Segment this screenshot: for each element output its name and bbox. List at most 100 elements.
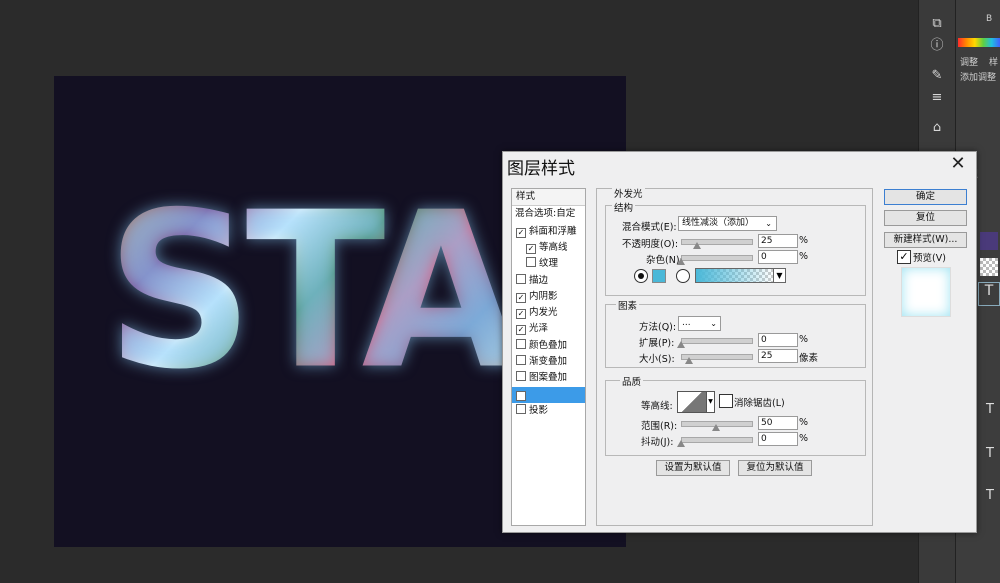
text-layer-icon[interactable]: T bbox=[986, 402, 994, 417]
opacity-input[interactable]: 25 bbox=[758, 234, 798, 248]
new-style-button[interactable]: 新建样式(W)... bbox=[884, 232, 967, 248]
style-item-stroke[interactable]: 描边 bbox=[512, 273, 585, 289]
glow-color-swatch[interactable] bbox=[652, 269, 666, 283]
gradient-picker[interactable] bbox=[695, 268, 775, 283]
checkbox-icon[interactable] bbox=[526, 257, 536, 267]
layer-thumbnail[interactable] bbox=[980, 232, 998, 250]
clone-source-icon[interactable]: ⌂ bbox=[925, 118, 949, 138]
percent-label: % bbox=[799, 334, 809, 345]
opacity-slider[interactable] bbox=[681, 239, 753, 245]
spread-input[interactable]: 0 bbox=[758, 333, 798, 347]
spread-label: 扩展(P): bbox=[639, 338, 675, 349]
percent-label: % bbox=[799, 251, 809, 262]
canvas-star-text: STAR bbox=[106, 167, 670, 417]
brush-settings-icon[interactable]: ≡ bbox=[925, 88, 949, 108]
text-layer-icon[interactable]: T bbox=[986, 488, 994, 503]
quality-group: 品质 等高线: ▼ 消除锯齿(L) 范围(R): 50 % 抖动(J): 0 % bbox=[605, 374, 866, 456]
tab-styles[interactable]: 样 bbox=[989, 55, 998, 68]
preview-checkbox[interactable]: ✓ bbox=[897, 250, 911, 264]
noise-slider[interactable] bbox=[681, 255, 753, 261]
checkbox-icon[interactable]: ✓ bbox=[516, 309, 526, 319]
range-input[interactable]: 50 bbox=[758, 416, 798, 430]
jitter-label: 抖动(J): bbox=[641, 437, 674, 448]
color-ramp[interactable] bbox=[958, 38, 1000, 47]
range-label: 范围(R): bbox=[641, 421, 678, 432]
method-label: 方法(Q): bbox=[639, 322, 677, 333]
style-item-color-overlay[interactable]: 颜色叠加 bbox=[512, 338, 585, 354]
solid-color-radio[interactable] bbox=[634, 269, 648, 283]
size-input[interactable]: 25 bbox=[758, 349, 798, 363]
reset-button[interactable]: 复位 bbox=[884, 210, 967, 226]
ok-button[interactable]: 确定 bbox=[884, 189, 967, 205]
set-default-button[interactable]: 设置为默认值 bbox=[656, 460, 730, 476]
jitter-input[interactable]: 0 bbox=[758, 432, 798, 446]
opacity-label: 不透明度(O): bbox=[622, 239, 679, 250]
layer-thumbnail-transparent[interactable] bbox=[980, 258, 998, 276]
checkbox-icon[interactable]: ✓ bbox=[516, 325, 526, 335]
section-title: 外发光 bbox=[612, 186, 645, 200]
style-item-satin[interactable]: ✓ 光泽 bbox=[512, 321, 585, 337]
contour-dropdown-icon[interactable]: ▼ bbox=[706, 391, 715, 413]
style-preview-thumbnail bbox=[901, 267, 951, 317]
percent-label: % bbox=[799, 235, 809, 246]
anti-alias-checkbox[interactable] bbox=[719, 394, 733, 408]
slider-thumb[interactable] bbox=[677, 341, 685, 348]
structure-group: 结构 混合模式(E): 线性减淡（添加） ⌄ 不透明度(O): 25 % 杂色(N… bbox=[605, 200, 866, 296]
elements-group: 图素 方法(Q): ... ⌄ 扩展(P): 0 % 大小(S): 25 像素 bbox=[605, 298, 866, 368]
style-list: 样式 混合选项:自定 ✓ 斜面和浮雕 ✓ 等高线 纹理 描边 ✓ 内阴影 ✓ 内发光 ✓… bbox=[511, 188, 586, 526]
checkbox-icon[interactable]: ✓ bbox=[516, 391, 526, 401]
anti-alias-label: 消除锯齿(L) bbox=[734, 398, 785, 409]
blend-options-item[interactable]: 混合选项:自定 bbox=[512, 206, 585, 222]
slider-thumb[interactable] bbox=[712, 424, 720, 431]
spread-slider[interactable] bbox=[681, 338, 753, 344]
checkbox-icon[interactable] bbox=[516, 371, 526, 381]
text-layer-icon[interactable]: T bbox=[978, 282, 1000, 306]
info-icon[interactable]: ⓘ bbox=[925, 36, 949, 56]
checkbox-icon[interactable] bbox=[516, 274, 526, 284]
channel-b-label: B bbox=[986, 14, 993, 24]
contour-label: 等高线: bbox=[641, 401, 673, 412]
contour-picker[interactable] bbox=[677, 391, 707, 413]
slider-thumb[interactable] bbox=[685, 357, 693, 364]
structure-title: 结构 bbox=[612, 200, 636, 214]
style-item-contour[interactable]: ✓ 等高线 bbox=[512, 240, 585, 256]
brush-icon[interactable]: ✎ bbox=[925, 66, 949, 86]
slider-thumb[interactable] bbox=[677, 440, 685, 447]
styles-header[interactable]: 样式 bbox=[512, 189, 585, 206]
style-item-gradient-overlay[interactable]: 渐变叠加 bbox=[512, 354, 585, 370]
percent-label: % bbox=[799, 433, 809, 444]
percent-label: % bbox=[799, 417, 809, 428]
jitter-slider[interactable] bbox=[681, 437, 753, 443]
slider-thumb[interactable] bbox=[693, 242, 701, 249]
checkbox-icon[interactable]: ✓ bbox=[526, 244, 536, 254]
style-item-bevel[interactable]: ✓ 斜面和浮雕 bbox=[512, 224, 585, 240]
add-adjustment-label: 添加调整 bbox=[960, 73, 997, 83]
reset-default-button[interactable]: 复位为默认值 bbox=[738, 460, 812, 476]
style-item-inner-shadow[interactable]: ✓ 内阴影 bbox=[512, 289, 585, 305]
slider-thumb[interactable] bbox=[677, 258, 685, 265]
text-layer-icon[interactable]: T bbox=[986, 446, 994, 461]
checkbox-icon[interactable] bbox=[516, 339, 526, 349]
blend-mode-label: 混合模式(E): bbox=[622, 222, 677, 233]
checkbox-icon[interactable] bbox=[516, 355, 526, 365]
style-item-pattern-overlay[interactable]: 图案叠加 bbox=[512, 370, 585, 386]
blend-mode-select[interactable]: 线性减淡（添加） ⌄ bbox=[678, 216, 777, 231]
checkbox-icon[interactable]: ✓ bbox=[516, 228, 526, 238]
style-item-outer-glow[interactable]: ✓ bbox=[512, 387, 585, 403]
checkbox-icon[interactable] bbox=[516, 404, 526, 414]
pixels-label: 像素 bbox=[799, 353, 819, 364]
style-item-inner-glow[interactable]: ✓ 内发光 bbox=[512, 305, 585, 321]
outer-glow-panel: 外发光 结构 混合模式(E): 线性减淡（添加） ⌄ 不透明度(O): 25 % … bbox=[596, 186, 873, 526]
history-icon[interactable]: ⧉ bbox=[925, 14, 949, 34]
checkbox-icon[interactable]: ✓ bbox=[516, 293, 526, 303]
method-select[interactable]: ... ⌄ bbox=[678, 316, 721, 331]
tab-adjustments[interactable]: 调整 bbox=[960, 55, 978, 68]
gradient-dropdown-icon[interactable]: ▼ bbox=[773, 268, 786, 283]
noise-input[interactable]: 0 bbox=[758, 250, 798, 264]
layer-style-dialog: 图层样式 ✕ 样式 混合选项:自定 ✓ 斜面和浮雕 ✓ 等高线 纹理 描边 ✓ 内阴影… bbox=[502, 151, 977, 533]
close-icon[interactable]: ✕ bbox=[948, 153, 968, 175]
quality-title: 品质 bbox=[620, 374, 644, 388]
style-item-drop-shadow[interactable]: 投影 bbox=[512, 403, 585, 419]
gradient-radio[interactable] bbox=[676, 269, 690, 283]
style-item-texture[interactable]: 纹理 bbox=[512, 256, 585, 272]
